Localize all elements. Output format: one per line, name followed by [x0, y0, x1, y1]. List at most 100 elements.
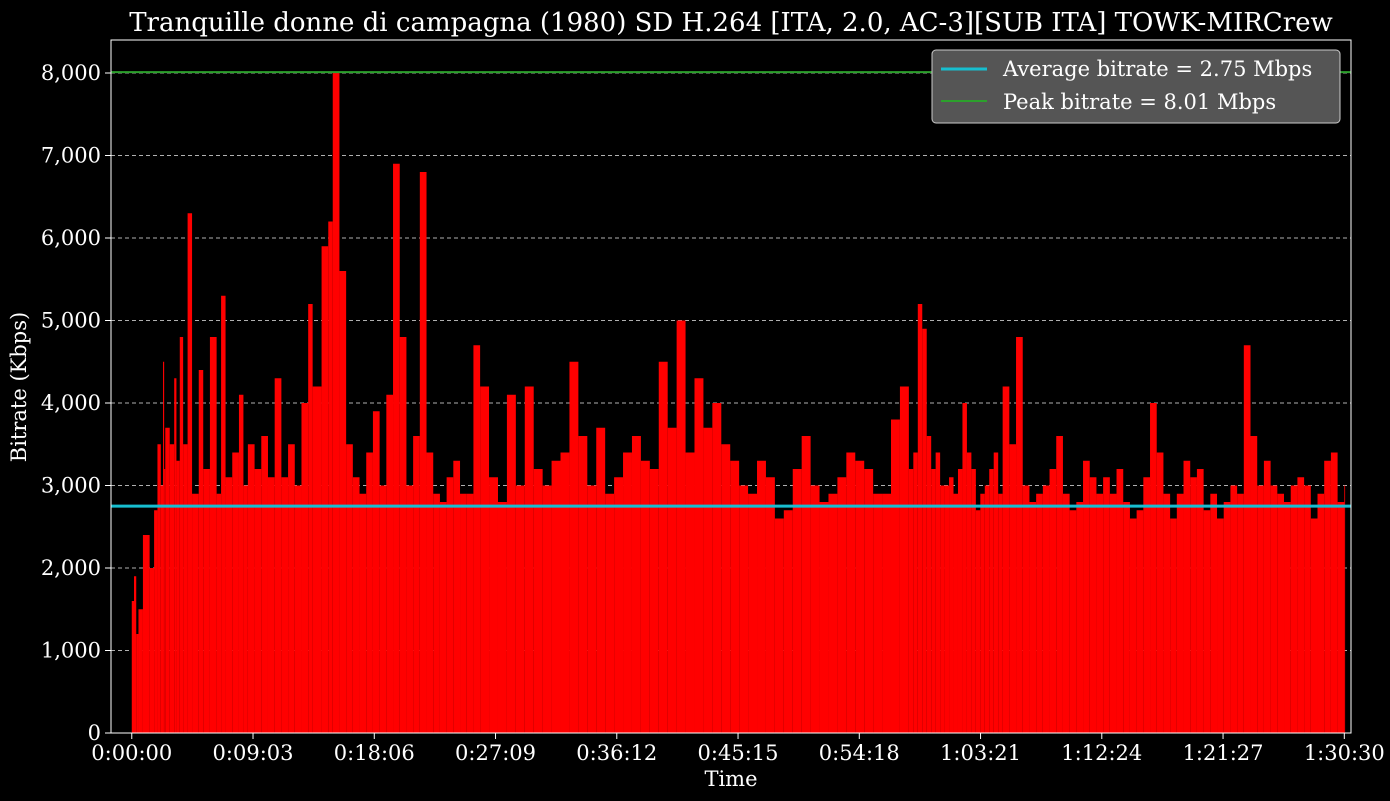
bitrate-bar [134, 576, 137, 733]
bitrate-bar [142, 535, 150, 733]
y-tick-label: 6,000 [41, 226, 101, 250]
bitrate-bar [953, 493, 958, 733]
bitrate-bar [216, 493, 222, 733]
bitrate-bar [192, 493, 199, 733]
bitrate-bar [730, 460, 740, 733]
bitrate-bar [596, 427, 606, 733]
bitrate-bar [931, 469, 936, 733]
y-tick-label: 4,000 [41, 391, 101, 415]
bitrate-bar [1284, 502, 1291, 733]
bitrate-bar [352, 477, 360, 733]
bitrate-bar [506, 394, 516, 733]
bitrate-bar [164, 469, 166, 733]
bitrate-bar [1190, 477, 1197, 733]
bitrate-bar [1297, 477, 1305, 733]
bitrate-bar [993, 452, 999, 733]
bitrate-bar [406, 485, 414, 733]
bitrate-bar [1196, 469, 1204, 733]
bitrate-bar [721, 444, 731, 733]
bitrate-bar [1076, 502, 1084, 733]
bitrate-bar [1290, 485, 1298, 733]
bitrate-bar [1049, 469, 1057, 733]
x-tick-label: 0:45:15 [698, 741, 779, 765]
bitrate-bar [1002, 386, 1010, 733]
bitrate-bar [179, 337, 184, 733]
bitrate-bar [551, 460, 561, 733]
bitrate-bar [221, 295, 226, 733]
bitrate-bar [312, 386, 322, 733]
bitrate-bar [1042, 485, 1050, 733]
bitrate-bar [1277, 493, 1285, 733]
y-tick-label: 2,000 [41, 556, 101, 580]
y-tick-label: 1,000 [41, 639, 101, 663]
bitrate-bar [765, 477, 775, 733]
bitrate-bar [1009, 444, 1017, 733]
bitrate-bar [1263, 460, 1271, 733]
bitrate-bar [578, 436, 588, 733]
bitrate-bar [1317, 493, 1325, 733]
bitrate-bar [926, 436, 932, 733]
bitrate-bar [1103, 477, 1110, 733]
bitrate-bar [890, 419, 900, 733]
bitrate-bar [922, 328, 927, 733]
bitrate-bar [949, 477, 954, 733]
bitrate-bar [1096, 493, 1104, 733]
bitrate-bar [1217, 518, 1224, 733]
bitrate-bar [176, 460, 180, 733]
bitrate-bar [1029, 502, 1037, 733]
bitrate-bar [399, 337, 407, 733]
bitrate-bar [225, 477, 233, 733]
bitrate-bar [980, 493, 985, 733]
bitrate-bar [254, 469, 262, 733]
x-tick-label: 1:21:27 [1183, 741, 1264, 765]
bitrate-bar [261, 436, 268, 733]
bitrate-bar [480, 386, 490, 733]
bitrate-bar [274, 378, 282, 733]
bitrate-bar [163, 361, 165, 733]
bitrate-bar [515, 485, 525, 733]
legend-average-label: Average bitrate = 2.75 Mbps [1002, 57, 1312, 81]
bitrate-bar [433, 493, 440, 733]
bitrate-bar [998, 493, 1003, 733]
bitrate-bar [160, 485, 164, 733]
x-tick-label: 0:00:00 [91, 741, 172, 765]
bitrate-bar [328, 221, 333, 733]
x-tick-label: 0:18:06 [334, 741, 415, 765]
bitrate-bar [560, 452, 570, 733]
x-tick-label: 0:36:12 [576, 741, 657, 765]
bitrate-bar [748, 493, 758, 733]
bitrate-bar [203, 469, 210, 733]
bitrate-bar [1183, 460, 1191, 733]
bitrate-bar [1337, 502, 1345, 733]
bitrate-bar [908, 469, 914, 733]
bitrate-bar [1270, 485, 1278, 733]
bitrate-bar [247, 444, 255, 733]
bitrate-bar [1116, 469, 1124, 733]
bitrate-bar [1250, 436, 1258, 733]
bitrate-bar [739, 485, 749, 733]
bitrate-bar [783, 510, 793, 733]
bitrate-bar [792, 469, 802, 733]
bitrate-bar [1156, 452, 1164, 733]
bitrate-bar [281, 477, 289, 733]
bitrate-bar [489, 477, 498, 733]
bitrate-bar [694, 378, 704, 733]
bitrate-bar [301, 403, 309, 733]
bitrate-bar [855, 460, 865, 733]
bitrate-bar [165, 427, 170, 733]
bitrate-bar [154, 510, 158, 733]
bitrate-bar [640, 460, 650, 733]
bitrate-bar [1203, 510, 1211, 733]
bitrate-bar [685, 452, 695, 733]
bitrate-bar [917, 304, 923, 733]
bitrate-bar [426, 452, 434, 733]
bitrate-bar [183, 444, 188, 733]
bitrate-bar [864, 469, 874, 733]
bitrate-bar [810, 485, 820, 733]
bitrate-bar [524, 386, 534, 733]
bitrate-bar [837, 477, 847, 733]
bitrate-bar [386, 394, 394, 733]
y-tick-label: 8,000 [41, 61, 101, 85]
bitrate-bar [209, 337, 217, 733]
bitrate-bar [623, 452, 632, 733]
